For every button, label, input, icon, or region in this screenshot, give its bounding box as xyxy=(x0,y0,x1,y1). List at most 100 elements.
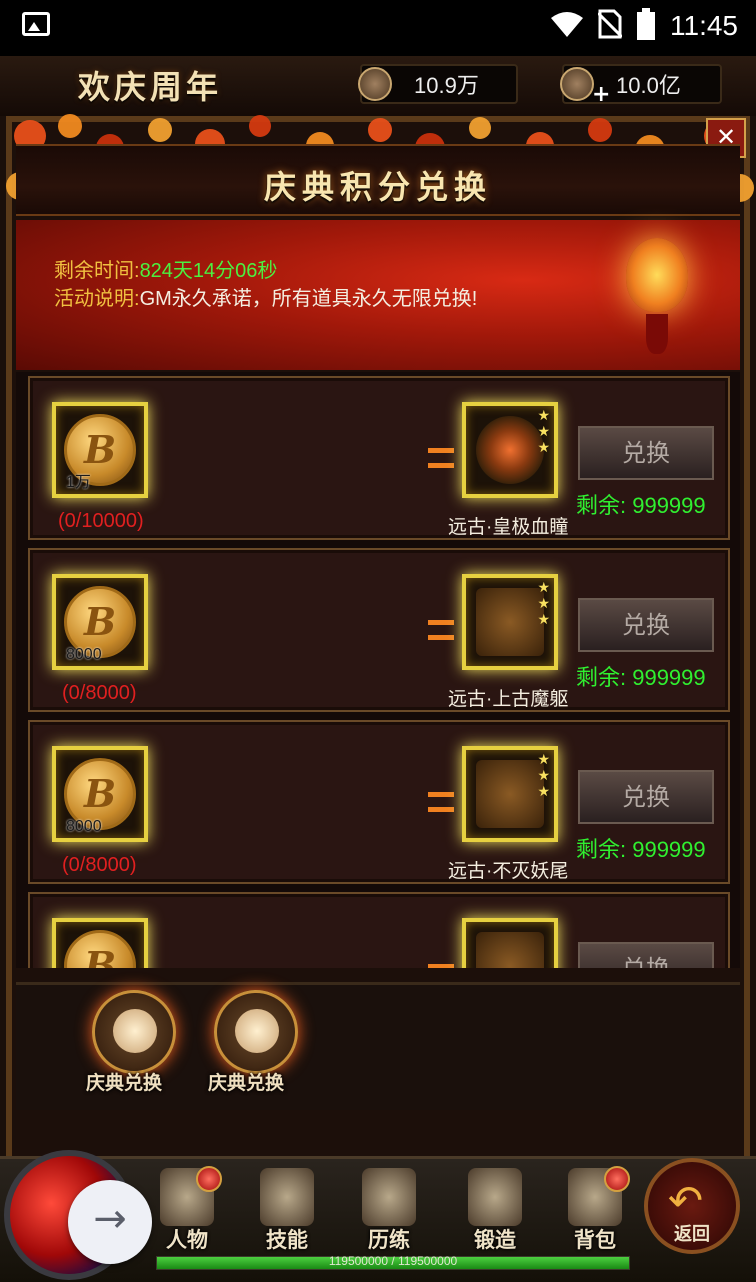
reward-slot[interactable] xyxy=(462,918,558,968)
nav-label: 锻造 xyxy=(474,1227,516,1252)
notification-dot xyxy=(604,1166,630,1192)
nav-label: 历练 xyxy=(368,1227,410,1252)
floating-arrow-button[interactable]: → xyxy=(68,1180,152,1264)
remaining-count: 剩余: 999999 xyxy=(576,665,706,690)
top-bar: 欢庆周年 10.9万 + 10.0亿 xyxy=(0,56,756,116)
exchange-row: 8000 (0/8000) ★ ★ ★ 远古·上古魔躯 兑换 剩余: 99999… xyxy=(28,548,730,712)
back-button[interactable]: ↶ 返回 xyxy=(644,1158,740,1254)
money-bag-icon xyxy=(235,1009,279,1053)
notification-dot xyxy=(196,1166,222,1192)
nav-bag[interactable]: 背包 xyxy=(550,1166,640,1262)
wifi-icon xyxy=(551,12,583,37)
game-screen: 欢庆周年 10.9万 + 10.0亿 ✕ 庆典积分兑换 剩余时间:824天14分… xyxy=(0,56,756,1282)
reward-slot[interactable]: ★ ★ ★ xyxy=(462,402,558,498)
cost-quantity: 1万 xyxy=(66,474,91,491)
nav-forge[interactable]: 锻造 xyxy=(450,1166,540,1262)
return-arrow-icon: ↶ xyxy=(668,1176,704,1225)
reward-name: 远古·上古魔躯 xyxy=(448,689,569,710)
event-description: 活动说明:GM永久承诺，所有道具永久无限兑换! xyxy=(54,282,477,311)
nav-label: 技能 xyxy=(266,1227,308,1252)
star-icon: ★ xyxy=(537,580,550,596)
gold-amount: 10.0亿 xyxy=(616,73,681,98)
clock: 11:45 xyxy=(670,10,738,41)
celebration-coin-icon xyxy=(64,930,136,968)
star-icon: ★ xyxy=(537,440,550,456)
panel-title: 庆典积分兑换 xyxy=(263,168,492,206)
exp-text: 119500000 / 119500000 xyxy=(328,1254,458,1268)
lantern-tassel xyxy=(646,314,668,354)
arrow-right-icon: → xyxy=(93,1196,127,1242)
image-icon xyxy=(22,12,50,36)
book-icon xyxy=(260,1168,314,1226)
cost-progress: (0/10000) xyxy=(58,510,144,532)
remaining-count: 剩余: 999999 xyxy=(576,493,706,518)
copper-amount: 10.9万 xyxy=(414,73,479,98)
reward-slot[interactable]: ★ ★ ★ xyxy=(462,574,558,670)
blood-pupil-item-icon xyxy=(476,416,544,484)
description-label: 活动说明: xyxy=(54,288,140,310)
exchange-list[interactable]: 1万 (0/10000) ★ ★ ★ 远古·皇极血瞳 兑换 剩余: 999999… xyxy=(16,372,740,968)
helmet-icon xyxy=(362,1168,416,1226)
cost-slot[interactable] xyxy=(52,918,148,968)
star-icon: ★ xyxy=(537,596,550,612)
remaining-count: 剩余: 999999 xyxy=(576,837,706,862)
nav-label: 背包 xyxy=(574,1227,616,1252)
exchange-button[interactable]: 兑换 xyxy=(578,426,714,480)
equals-icon xyxy=(428,448,454,468)
gold-ingot-icon xyxy=(560,67,594,101)
reward-slot[interactable]: ★ ★ ★ xyxy=(462,746,558,842)
money-bag-icon xyxy=(113,1009,157,1053)
cost-slot[interactable]: 1万 xyxy=(52,402,148,498)
equals-icon xyxy=(428,964,454,968)
star-icon: ★ xyxy=(537,752,550,768)
no-sim-icon xyxy=(598,9,622,39)
gold-currency[interactable]: + 10.0亿 xyxy=(560,64,722,107)
status-bar: 11:45 xyxy=(0,0,756,56)
nav-label: 人物 xyxy=(166,1227,208,1252)
copper-coin-icon xyxy=(358,67,392,101)
demon-body-item-icon xyxy=(476,588,544,656)
equals-icon xyxy=(428,792,454,812)
nav-character[interactable]: 人物 xyxy=(142,1166,232,1262)
battery-icon xyxy=(637,8,655,40)
demon-tail-item-icon xyxy=(476,760,544,828)
remaining-time-value: 824天14分06秒 xyxy=(139,260,278,282)
exchange-button[interactable]: 兑换 xyxy=(578,598,714,652)
description-value: GM永久承诺，所有道具永久无限兑换! xyxy=(139,288,478,310)
event-banner-title: 欢庆周年 xyxy=(78,68,223,106)
copper-currency: 10.9万 xyxy=(358,64,518,104)
remaining-time-label: 剩余时间: xyxy=(54,260,140,282)
lantern-icon xyxy=(626,238,688,312)
exchange-row: 8000 (0/8000) ★ ★ ★ 远古·不灭妖尾 兑换 剩余: 99999… xyxy=(28,720,730,884)
tab-celebration-exchange-2[interactable] xyxy=(214,990,298,1074)
add-gold-icon[interactable]: + xyxy=(592,82,610,107)
anvil-icon xyxy=(468,1168,522,1226)
back-label: 返回 xyxy=(674,1224,710,1245)
cost-quantity: 8000 xyxy=(66,818,102,835)
cost-progress: (0/8000) xyxy=(62,682,137,704)
cost-progress: (0/8000) xyxy=(62,854,137,876)
star-icon: ★ xyxy=(537,784,550,800)
nav-training[interactable]: 历练 xyxy=(344,1166,434,1262)
tab-label: 庆典兑换 xyxy=(86,1072,163,1094)
reward-name: 远古·皇极血瞳 xyxy=(448,517,569,538)
reward-name: 远古·不灭妖尾 xyxy=(448,861,569,882)
exchange-button[interactable]: 兑换 xyxy=(578,942,714,968)
exchange-row: 兑换 xyxy=(28,892,730,968)
cost-slot[interactable]: 8000 xyxy=(52,746,148,842)
star-icon: ★ xyxy=(537,424,550,440)
cost-quantity: 8000 xyxy=(66,646,102,663)
exchange-row: 1万 (0/10000) ★ ★ ★ 远古·皇极血瞳 兑换 剩余: 999999 xyxy=(28,376,730,540)
cost-slot[interactable]: 8000 xyxy=(52,574,148,670)
tab-celebration-exchange[interactable] xyxy=(92,990,176,1074)
remaining-time: 剩余时间:824天14分06秒 xyxy=(54,254,277,283)
star-icon: ★ xyxy=(537,768,550,784)
exchange-button[interactable]: 兑换 xyxy=(578,770,714,824)
equals-icon xyxy=(428,620,454,640)
star-icon: ★ xyxy=(537,612,550,628)
ancient-item-icon xyxy=(476,932,544,968)
tab-label: 庆典兑换 xyxy=(208,1072,285,1094)
nav-skills[interactable]: 技能 xyxy=(242,1166,332,1262)
star-icon: ★ xyxy=(537,408,550,424)
status-icons xyxy=(550,8,656,40)
